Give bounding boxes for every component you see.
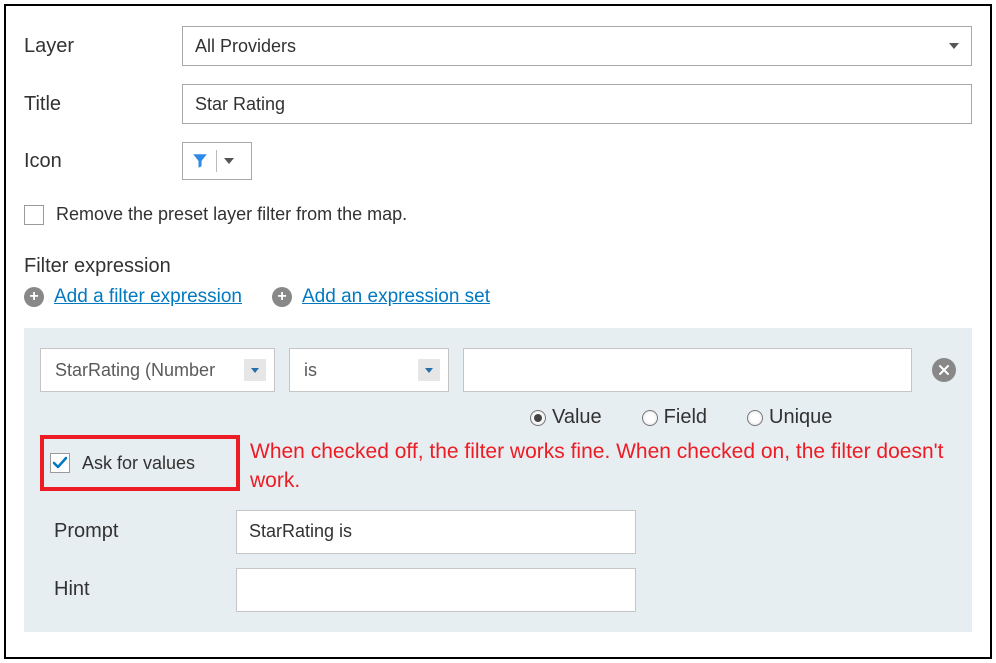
annotation-text: When checked off, the filter works fine.… bbox=[250, 437, 956, 496]
add-expression-set-label: Add an expression set bbox=[302, 286, 490, 308]
title-input[interactable] bbox=[182, 84, 972, 124]
caret-down-icon bbox=[251, 368, 259, 373]
ask-for-values-checkbox[interactable] bbox=[50, 453, 70, 473]
radio-icon bbox=[642, 410, 658, 426]
remove-preset-row: Remove the preset layer filter from the … bbox=[24, 204, 972, 225]
radio-icon bbox=[747, 410, 763, 426]
radio-unique-label: Unique bbox=[769, 406, 832, 429]
radio-unique[interactable]: Unique bbox=[747, 406, 832, 429]
close-icon bbox=[938, 364, 950, 376]
layer-select[interactable]: All Providers bbox=[182, 26, 972, 66]
icon-picker[interactable] bbox=[182, 142, 252, 180]
radio-icon bbox=[530, 410, 546, 426]
plus-icon: + bbox=[272, 287, 292, 307]
add-expression-set-button[interactable]: + Add an expression set bbox=[272, 286, 490, 308]
check-icon bbox=[52, 455, 68, 471]
annotation-highlight: Ask for values bbox=[40, 435, 240, 491]
expression-panel: StarRating (Number is Value Field bbox=[24, 328, 972, 632]
icon-label: Icon bbox=[24, 150, 182, 173]
value-type-radios: Value Field Unique bbox=[530, 406, 956, 429]
annotation-row: Ask for values When checked off, the fil… bbox=[40, 435, 956, 496]
title-label: Title bbox=[24, 93, 182, 116]
separator bbox=[216, 150, 217, 172]
field-select-value: StarRating (Number bbox=[55, 360, 215, 381]
prompt-input[interactable] bbox=[236, 510, 636, 554]
caret-down-icon bbox=[425, 368, 433, 373]
prompt-label: Prompt bbox=[40, 520, 236, 543]
ask-for-values-label: Ask for values bbox=[82, 453, 195, 474]
layer-select-value: All Providers bbox=[195, 36, 296, 57]
add-filter-expression-label: Add a filter expression bbox=[54, 286, 242, 308]
funnel-icon bbox=[191, 152, 209, 170]
plus-icon: + bbox=[24, 287, 44, 307]
caret-down-icon bbox=[224, 158, 234, 164]
title-row: Title bbox=[24, 84, 972, 124]
value-input[interactable] bbox=[463, 348, 912, 392]
layer-label: Layer bbox=[24, 35, 182, 58]
filter-config-panel: Layer All Providers Title Icon Remove th… bbox=[4, 4, 992, 659]
layer-row: Layer All Providers bbox=[24, 26, 972, 66]
remove-expression-button[interactable] bbox=[932, 358, 956, 382]
dropdown-button bbox=[418, 359, 440, 381]
radio-value[interactable]: Value bbox=[530, 406, 602, 429]
hint-input[interactable] bbox=[236, 568, 636, 612]
radio-field-label: Field bbox=[664, 406, 707, 429]
prompt-row: Prompt bbox=[40, 510, 956, 554]
expression-links: + Add a filter expression + Add an expre… bbox=[24, 286, 972, 308]
dropdown-button bbox=[244, 359, 266, 381]
hint-row: Hint bbox=[40, 568, 956, 612]
operator-select-value: is bbox=[304, 360, 317, 381]
remove-preset-label: Remove the preset layer filter from the … bbox=[56, 204, 407, 225]
operator-select[interactable]: is bbox=[289, 348, 449, 392]
icon-row: Icon bbox=[24, 142, 972, 180]
remove-preset-checkbox[interactable] bbox=[24, 205, 44, 225]
filter-expression-heading: Filter expression bbox=[24, 255, 972, 278]
expression-builder-row: StarRating (Number is bbox=[40, 348, 956, 392]
add-filter-expression-button[interactable]: + Add a filter expression bbox=[24, 286, 242, 308]
ask-values-subform: Prompt Hint bbox=[40, 510, 956, 612]
field-select[interactable]: StarRating (Number bbox=[40, 348, 275, 392]
hint-label: Hint bbox=[40, 578, 236, 601]
radio-value-label: Value bbox=[552, 406, 602, 429]
caret-down-icon bbox=[949, 43, 959, 49]
radio-field[interactable]: Field bbox=[642, 406, 707, 429]
